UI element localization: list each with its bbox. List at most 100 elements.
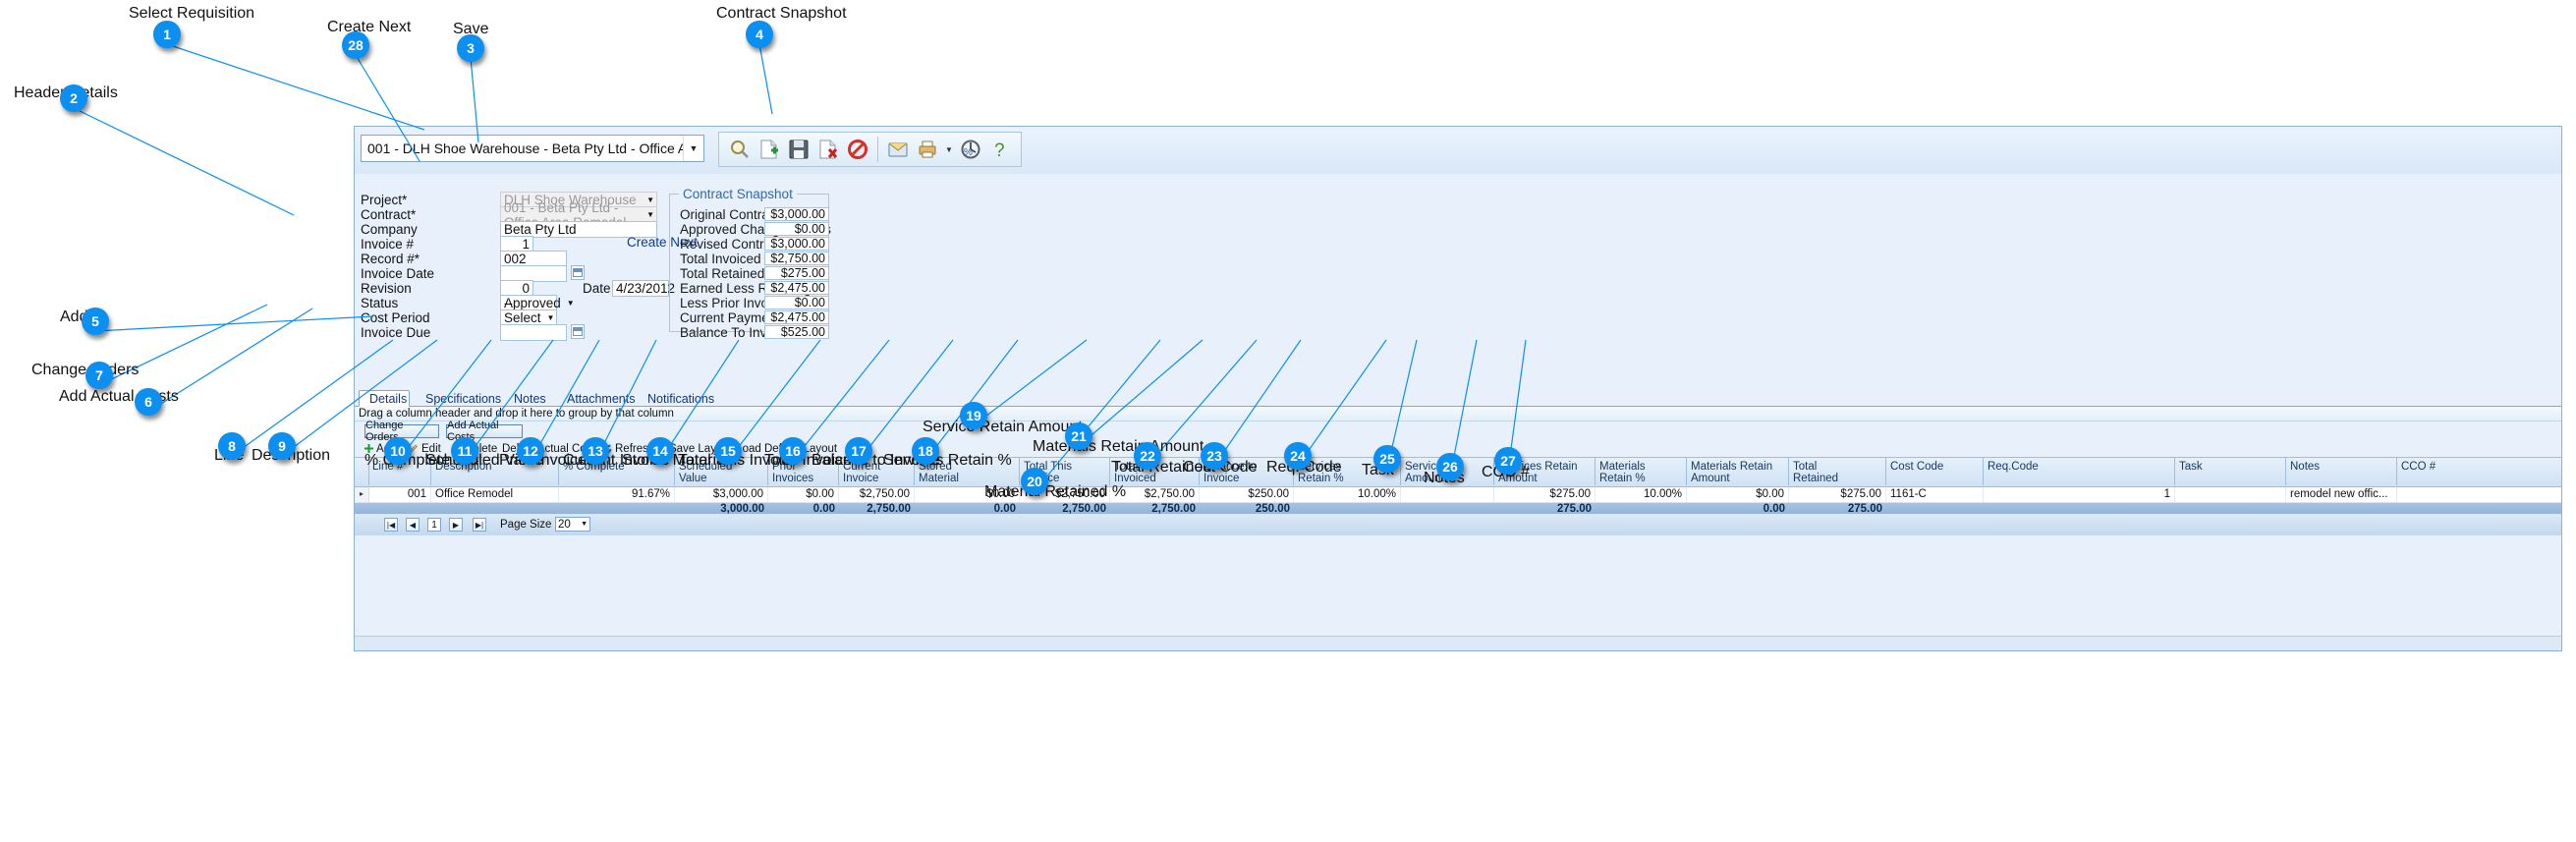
window-status-bar bbox=[355, 636, 2561, 650]
grid-button-bar: Change Orders Add Actual Costs bbox=[355, 420, 2561, 443]
column-header[interactable]: Task bbox=[2175, 458, 2286, 485]
chevron-down-icon[interactable]: ▼ bbox=[646, 193, 654, 207]
save-icon[interactable] bbox=[784, 135, 813, 164]
delete-document-icon[interactable] bbox=[813, 135, 843, 164]
date-input[interactable]: 4/23/2012 bbox=[612, 280, 675, 297]
table-cell[interactable]: 91.67% bbox=[559, 487, 675, 502]
annotation-label-4: Contract Snapshot bbox=[716, 5, 847, 22]
annotation-pin-19: 19 bbox=[960, 402, 987, 429]
annotation-pin-12: 12 bbox=[517, 437, 544, 465]
label-invoice-no: Invoice # bbox=[361, 237, 415, 252]
column-header[interactable]: Materials Retain Amount bbox=[1687, 458, 1789, 485]
cancel-icon[interactable] bbox=[843, 135, 872, 164]
search-icon[interactable] bbox=[725, 135, 755, 164]
snapshot-value-earned-less-retainage: $2,475.00 bbox=[764, 281, 829, 295]
calendar-icon[interactable] bbox=[571, 324, 585, 339]
table-cell[interactable] bbox=[2397, 487, 2561, 502]
table-cell[interactable]: $0.00 bbox=[1687, 487, 1789, 502]
snapshot-value-total-invoiced: $2,750.00 bbox=[764, 252, 829, 265]
chevron-down-icon[interactable]: ▼ bbox=[683, 136, 703, 161]
record-selector-combobox[interactable]: 001 - DLH Shoe Warehouse - Beta Pty Ltd … bbox=[361, 135, 704, 162]
annotation-pin-20: 20 bbox=[1021, 468, 1048, 495]
tab-attachments[interactable]: Attachments bbox=[557, 390, 635, 407]
annotation-label-20: Material Retained % bbox=[984, 483, 1127, 500]
calendar-icon[interactable] bbox=[571, 265, 585, 280]
add-actual-costs-button[interactable]: Add Actual Costs bbox=[446, 420, 523, 443]
annotation-pin-17: 17 bbox=[845, 437, 872, 465]
last-page-button[interactable]: ▶| bbox=[473, 518, 486, 532]
chevron-down-icon[interactable]: ▼ bbox=[646, 207, 654, 222]
group-by-drop-area[interactable]: Drag a column header and drop it here to… bbox=[355, 407, 2561, 421]
help-icon[interactable]: ? bbox=[985, 135, 1015, 164]
tab-notifications[interactable]: Notifications bbox=[638, 390, 720, 407]
label-project: Project* bbox=[361, 193, 408, 207]
print-dropdown-caret[interactable]: ▼ bbox=[942, 135, 956, 164]
column-header[interactable]: Notes bbox=[2286, 458, 2397, 485]
chevron-down-icon[interactable]: ▼ bbox=[567, 296, 575, 310]
prev-page-button[interactable]: ◀ bbox=[406, 518, 420, 532]
table-cell[interactable]: 1 bbox=[1984, 487, 2175, 502]
snapshot-value-balance-to-invoice: $525.00 bbox=[764, 325, 829, 339]
percent-clock-icon[interactable]: % bbox=[956, 135, 985, 164]
label-revision: Revision bbox=[361, 281, 412, 296]
table-cell[interactable]: $275.00 bbox=[1494, 487, 1596, 502]
footer-total-cell bbox=[1984, 503, 2175, 514]
annotation-pin-3: 3 bbox=[457, 34, 484, 62]
table-cell[interactable] bbox=[2175, 487, 2286, 502]
footer-total-cell: 2,750.00 bbox=[1151, 503, 1196, 514]
table-cell[interactable]: 1161-C bbox=[1886, 487, 1984, 502]
table-cell[interactable]: Office Remodel bbox=[431, 487, 559, 502]
tab-details[interactable]: Details bbox=[359, 390, 410, 407]
table-cell[interactable]: $3,000.00 bbox=[675, 487, 768, 502]
table-cell[interactable]: $2,750.00 bbox=[839, 487, 915, 502]
print-icon[interactable] bbox=[913, 135, 942, 164]
table-cell[interactable]: 001 bbox=[368, 487, 431, 502]
table-row[interactable]: ▸ 001 Office Remodel 91.67% $3,000.00 $0.00 $… bbox=[355, 487, 2561, 503]
annotation-label-18: Services Retain % bbox=[883, 452, 1012, 469]
annotation-pin-23: 23 bbox=[1201, 442, 1228, 470]
column-header-line: Materials bbox=[1599, 461, 1646, 473]
page-size-select[interactable]: 20 ▼ bbox=[555, 517, 590, 532]
svg-text:%: % bbox=[964, 147, 973, 158]
column-header[interactable]: Materials Retain % bbox=[1596, 458, 1687, 485]
top-toolbar: 001 - DLH Shoe Warehouse - Beta Pty Ltd … bbox=[355, 127, 2561, 174]
email-icon[interactable] bbox=[883, 135, 913, 164]
table-cell[interactable]: $250.00 bbox=[1200, 487, 1294, 502]
footer-total-cell bbox=[559, 503, 675, 514]
annotation-label-1: Select Requisition bbox=[129, 5, 255, 22]
tab-notes[interactable]: Notes bbox=[504, 390, 553, 407]
column-header-line: Total bbox=[1793, 461, 1818, 473]
tab-specifications[interactable]: Specifications bbox=[416, 390, 502, 407]
new-document-icon[interactable] bbox=[755, 135, 784, 164]
page-number-1[interactable]: 1 bbox=[427, 518, 441, 532]
table-cell[interactable]: 10.00% bbox=[1294, 487, 1401, 502]
annotation-pin-15: 15 bbox=[714, 437, 742, 465]
footer-total-cell bbox=[2286, 503, 2397, 514]
table-cell[interactable] bbox=[1401, 487, 1494, 502]
change-orders-button[interactable]: Change Orders bbox=[364, 420, 439, 443]
next-page-button[interactable]: ▶ bbox=[449, 518, 463, 532]
chevron-down-icon[interactable]: ▼ bbox=[581, 521, 588, 528]
grid-footer-totals-row: 3,000.00 0.00 2,750.00 0.00 2,750.00 2,750.00… bbox=[355, 503, 2561, 514]
invoice-due-input[interactable] bbox=[500, 324, 567, 341]
annotation-pin-14: 14 bbox=[646, 437, 674, 465]
label-contract: Contract* bbox=[361, 207, 417, 222]
first-page-button[interactable]: |◀ bbox=[384, 518, 398, 532]
column-header[interactable]: Total Retained bbox=[1789, 458, 1886, 485]
footer-total-cell bbox=[1294, 503, 1401, 514]
annotation-pin-22: 22 bbox=[1134, 442, 1161, 470]
page-size-value: 20 bbox=[558, 518, 571, 531]
column-header[interactable]: Cost Code bbox=[1886, 458, 1984, 485]
chevron-down-icon[interactable]: ▼ bbox=[547, 310, 555, 325]
grid-pager: |◀ ◀ 1 ▶ ▶| Page Size 20 ▼ bbox=[355, 514, 2561, 535]
table-cell[interactable]: 10.00% bbox=[1596, 487, 1687, 502]
column-header[interactable]: CCO # bbox=[2397, 458, 2561, 485]
table-cell[interactable]: remodel new offic... bbox=[2286, 487, 2397, 502]
table-cell[interactable]: $275.00 bbox=[1789, 487, 1886, 502]
label-cost-period: Cost Period bbox=[361, 310, 430, 325]
row-selector-arrow[interactable]: ▸ bbox=[355, 487, 369, 502]
footer-total-cell bbox=[368, 503, 431, 514]
table-cell[interactable]: $0.00 bbox=[768, 487, 839, 502]
column-header[interactable]: Req.Code bbox=[1984, 458, 2175, 485]
toolbar-divider bbox=[877, 137, 878, 162]
